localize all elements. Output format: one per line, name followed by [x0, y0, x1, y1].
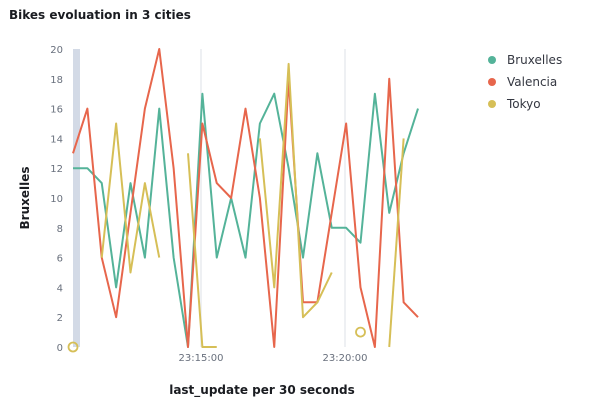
- x-tick-label: 23:20:00: [323, 353, 368, 364]
- brush-highlight: [73, 49, 80, 347]
- series-point-tokyo[interactable]: [355, 326, 366, 338]
- y-tick-label: 14: [50, 134, 63, 145]
- y-tick-label: 16: [50, 105, 63, 116]
- y-tick-label: 6: [57, 254, 63, 265]
- legend-swatch: [488, 56, 496, 64]
- legend: Bruxelles Valencia Tokyo: [488, 49, 562, 115]
- y-tick-label: 0: [57, 343, 63, 354]
- series-line-valencia[interactable]: [72, 48, 419, 348]
- y-tick-label: 10: [50, 194, 63, 205]
- y-axis-title: Bruxelles: [18, 167, 32, 230]
- legend-label: Bruxelles: [507, 53, 563, 67]
- grid-lines: [200, 49, 346, 347]
- y-axis: 0 2 4 6 8 10 12 14 16 18 20: [50, 45, 63, 354]
- legend-label: Tokyo: [507, 97, 541, 111]
- y-tick-label: 2: [57, 313, 63, 324]
- y-tick-label: 4: [57, 283, 63, 294]
- series-line-tokyo[interactable]: [187, 153, 217, 348]
- legend-item-tokyo[interactable]: Tokyo: [488, 93, 562, 115]
- y-tick-label: 20: [50, 45, 63, 56]
- legend-label: Valencia: [507, 75, 558, 89]
- x-axis: 23:15:00 23:20:00: [179, 353, 368, 364]
- legend-item-bruxelles[interactable]: Bruxelles: [488, 49, 562, 71]
- legend-item-valencia[interactable]: Valencia: [488, 71, 562, 93]
- y-tick-label: 8: [57, 224, 63, 235]
- x-tick-label: 23:15:00: [179, 353, 224, 364]
- legend-swatch: [488, 78, 496, 86]
- y-tick-label: 12: [50, 164, 63, 175]
- series-layer: [67, 48, 419, 353]
- visualization-panel: Bikes evoluation in 3 cities 0 2 4 6 8 10 12 14…: [0, 0, 590, 409]
- series-line-tokyo[interactable]: [388, 138, 405, 348]
- legend-swatch: [488, 100, 496, 108]
- x-axis-title: last_update per 30 seconds: [169, 383, 355, 398]
- y-tick-label: 18: [50, 75, 63, 86]
